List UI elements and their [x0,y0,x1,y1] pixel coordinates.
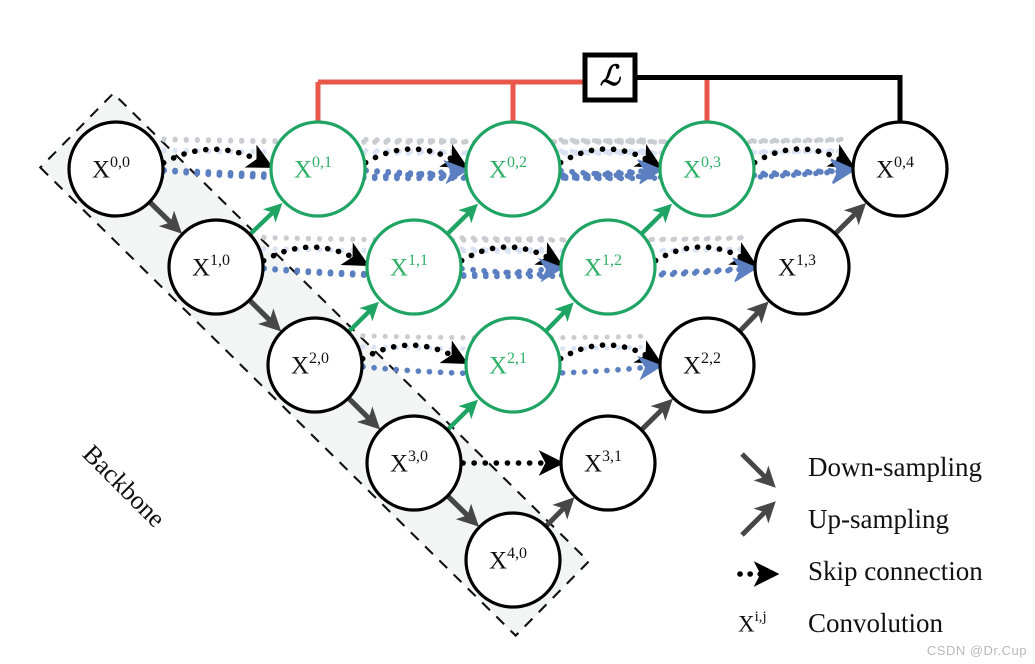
node-2-2[interactable]: X2,2 [658,316,756,414]
node-label-superscript: 1,0 [210,252,230,269]
up-sampling-arrow [737,301,769,333]
legend-label: Up-sampling [808,504,949,534]
node-label-superscript: 0,3 [701,154,721,171]
node-0-1[interactable]: X0,1 [269,120,367,218]
node-1-0[interactable]: X1,0 [167,218,265,316]
legend-item-skip-connection: Skip connection [737,556,983,587]
node-1-3[interactable]: X1,3 [753,218,851,316]
up-sampling-arrow [639,398,673,432]
unetpp-diagram: Backbone X0,0 X0,1 X0,2 X0,3 X0,4 X1,0 X1,1 X1,… [0,0,1035,664]
up-sampling-arrow [833,202,867,236]
convolution-node-icon: Xi,j [738,609,767,636]
node-0-0[interactable]: X0,0 [67,120,165,218]
node-label-superscript: 0,0 [110,154,130,171]
node-3-1[interactable]: X3,1 [559,414,657,512]
node-2-0[interactable]: X2,0 [266,316,364,414]
node-0-4[interactable]: X0,4 [851,120,949,218]
backbone-label: Backbone [77,439,171,533]
legend-item-convolution: Xi,j Convolution [738,608,944,638]
convolution-node-icon-superscript: i,j [755,609,767,625]
down-arrow-icon [740,452,776,488]
legend-item-up-sampling: Up-sampling [740,501,949,537]
legend-item-down-sampling: Down-sampling [740,452,982,488]
up-sampling-arrow [445,399,478,432]
loss-box-layer: ℒ [582,52,638,103]
node-label-superscript: 1,1 [408,252,428,269]
loss-label: ℒ [600,61,622,92]
legend-label: Convolution [808,608,944,638]
node-label-superscript: 0,2 [507,154,527,171]
legend: Down-sampling Up-sampling Skip connection X… [737,452,983,638]
node-label-superscript: 0,1 [312,154,332,171]
up-sampling-arrow [544,497,575,529]
diagram-canvas: Backbone X0,0 X0,1 X0,2 X0,3 X0,4 X1,0 X1,1 X1,… [38,52,983,638]
watermark: CSDN @Dr.Cup [926,643,1027,658]
node-label-superscript: 2,2 [701,350,721,367]
node-3-0[interactable]: X3,0 [365,414,463,512]
node-label-superscript: 1,3 [796,252,816,269]
node-1-2[interactable]: X1,2 [559,218,657,316]
node-0-2[interactable]: X0,2 [464,120,562,218]
node-label-superscript: 2,0 [309,350,329,367]
node-2-1[interactable]: X2,1 [464,316,562,414]
legend-label: Down-sampling [808,452,982,482]
up-arrow-icon [740,501,776,537]
node-1-1[interactable]: X1,1 [365,218,463,316]
loss-black-branch [635,75,903,122]
node-label-superscript: 3,0 [408,448,428,465]
node-label-superscript: 3,1 [602,448,622,465]
node-label-superscript: 4,0 [507,545,527,562]
node-label-superscript: 0,4 [894,154,914,171]
up-sampling-arrow [639,203,672,236]
node-label-superscript: 1,2 [602,252,622,269]
legend-label: Skip connection [808,556,983,586]
node-4-0[interactable]: X4,0 [464,511,562,609]
node-0-3[interactable]: X0,3 [658,120,756,218]
node-label-superscript: 2,1 [507,350,527,367]
up-sampling-arrow [445,203,478,236]
up-sampling-arrow [544,302,574,333]
up-sampling-arrow [248,203,283,237]
up-sampling-arrow [346,301,379,334]
